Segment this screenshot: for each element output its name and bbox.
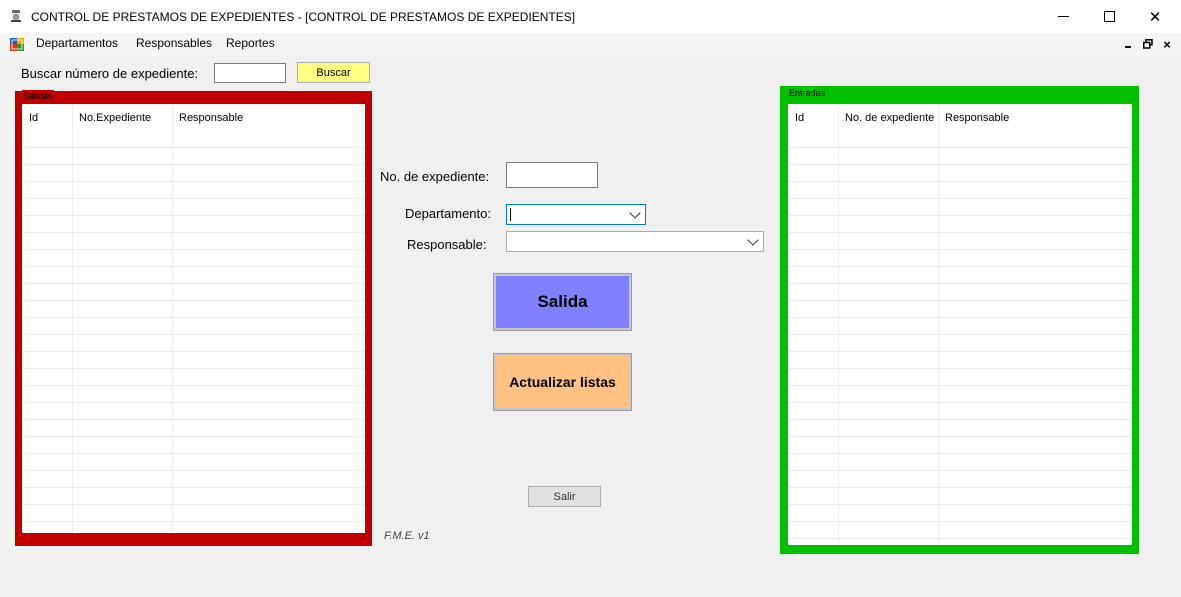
close-button[interactable]: ✕	[1132, 0, 1178, 33]
row-divider	[22, 521, 365, 522]
row-divider	[788, 419, 1132, 420]
column-header-id[interactable]: Id	[795, 112, 804, 124]
row-divider	[788, 351, 1132, 352]
row-divider	[22, 300, 365, 301]
row-divider	[788, 164, 1132, 165]
row-divider	[788, 181, 1132, 182]
search-input[interactable]	[214, 63, 286, 83]
entradas-table-header: Id No. de expediente Responsable	[788, 104, 1132, 133]
row-divider	[788, 504, 1132, 505]
expediente-label: No. de expediente:	[380, 169, 490, 184]
chevron-down-icon[interactable]	[747, 234, 759, 246]
row-divider	[22, 453, 365, 454]
row-divider	[22, 504, 365, 505]
close-icon: ✕	[1148, 8, 1162, 26]
mdi-window-icon[interactable]	[10, 38, 24, 51]
maximize-icon	[1103, 11, 1115, 22]
column-header-responsable[interactable]: Responsable	[945, 112, 1009, 124]
column-divider	[362, 104, 363, 533]
row-divider	[788, 215, 1132, 216]
row-divider	[22, 317, 365, 318]
row-divider	[22, 164, 365, 165]
row-divider	[788, 487, 1132, 488]
mdi-close-button[interactable]: ×	[1160, 36, 1174, 52]
search-button[interactable]: Buscar	[297, 62, 370, 83]
row-divider	[788, 538, 1132, 539]
entradas-legend: Entradas	[788, 87, 827, 99]
window-title: CONTROL DE PRESTAMOS DE EXPEDIENTES - [C…	[31, 10, 576, 24]
row-divider	[788, 368, 1132, 369]
column-divider	[938, 104, 939, 545]
row-divider	[788, 385, 1132, 386]
row-divider	[788, 147, 1132, 148]
row-divider	[788, 402, 1132, 403]
salidas-table-header: Id No.Expediente Responsable	[22, 104, 365, 133]
chevron-down-icon[interactable]	[629, 207, 641, 219]
responsable-select[interactable]	[506, 231, 764, 252]
row-divider	[22, 215, 365, 216]
row-divider	[788, 334, 1132, 335]
menu-reportes[interactable]: Reportes	[226, 36, 275, 50]
row-divider	[22, 402, 365, 403]
departamento-label: Departamento:	[405, 206, 491, 221]
row-divider	[22, 266, 365, 267]
row-divider	[788, 521, 1132, 522]
row-divider	[22, 181, 365, 182]
row-divider	[22, 334, 365, 335]
row-divider	[22, 232, 365, 233]
mdi-minimize-button[interactable]	[1121, 37, 1135, 51]
row-divider	[22, 351, 365, 352]
search-label: Buscar número de expediente:	[21, 66, 199, 81]
row-divider	[788, 198, 1132, 199]
salir-button[interactable]: Salir	[528, 486, 601, 507]
row-divider	[788, 436, 1132, 437]
row-divider	[788, 317, 1132, 318]
row-divider	[788, 453, 1132, 454]
menu-responsables[interactable]: Responsables	[136, 36, 212, 50]
row-divider	[788, 249, 1132, 250]
menu-departamentos[interactable]: Departamentos	[36, 36, 118, 50]
mdi-minimize-icon	[1125, 46, 1131, 48]
responsable-label: Responsable:	[407, 237, 487, 252]
mdi-restore-button[interactable]	[1141, 37, 1155, 51]
row-divider	[22, 419, 365, 420]
row-divider	[22, 436, 365, 437]
row-divider	[22, 368, 365, 369]
salidas-table[interactable]: Id No.Expediente Responsable	[22, 104, 365, 533]
minimize-button[interactable]	[1040, 0, 1086, 33]
mdi-close-icon: ×	[1163, 36, 1171, 52]
minimize-icon	[1057, 16, 1069, 17]
column-divider	[172, 104, 173, 533]
actualizar-listas-button[interactable]: Actualizar listas	[493, 353, 632, 411]
column-divider	[72, 104, 73, 533]
departamento-select[interactable]	[506, 204, 646, 225]
column-divider	[838, 104, 839, 545]
column-header-expediente[interactable]: No. de expediente	[845, 112, 934, 124]
column-header-responsable[interactable]: Responsable	[179, 112, 243, 124]
row-divider	[788, 300, 1132, 301]
row-divider	[22, 249, 365, 250]
row-divider	[22, 283, 365, 284]
maximize-button[interactable]	[1086, 0, 1132, 33]
column-header-expediente[interactable]: No.Expediente	[79, 112, 151, 124]
row-divider	[788, 470, 1132, 471]
salida-button[interactable]: Salida	[493, 273, 632, 331]
row-divider	[22, 385, 365, 386]
row-divider	[22, 147, 365, 148]
expediente-input[interactable]	[506, 162, 598, 188]
entradas-table[interactable]: Id No. de expediente Responsable	[788, 104, 1132, 545]
column-header-id[interactable]: Id	[29, 112, 38, 124]
salidas-legend: Salidas	[22, 90, 54, 102]
row-divider	[788, 283, 1132, 284]
row-divider	[22, 470, 365, 471]
row-divider	[788, 232, 1132, 233]
app-logo-icon	[11, 10, 21, 22]
version-label: F.M.E. v1	[384, 530, 430, 542]
text-cursor	[510, 208, 511, 221]
row-divider	[22, 487, 365, 488]
row-divider	[788, 266, 1132, 267]
mdi-restore-icon	[1143, 39, 1153, 49]
row-divider	[22, 198, 365, 199]
